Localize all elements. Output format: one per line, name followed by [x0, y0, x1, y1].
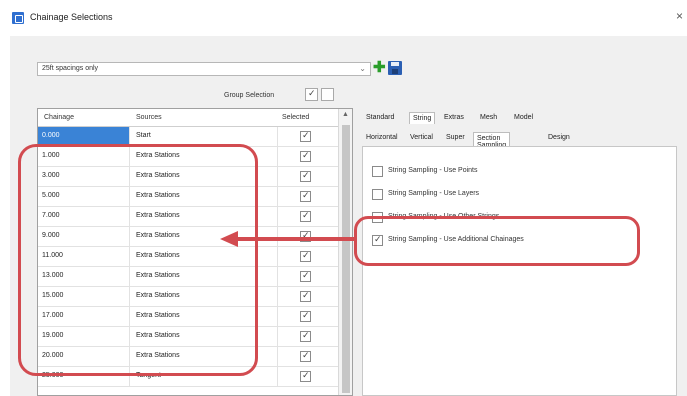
option-label: String Sampling - Use Points — [388, 167, 478, 174]
selected-checkbox[interactable] — [300, 250, 311, 262]
selected-checkbox[interactable] — [300, 130, 311, 142]
tab-standard[interactable]: Standard — [363, 112, 397, 123]
highlight-callout-option — [354, 216, 640, 266]
selected-checkbox[interactable] — [300, 170, 311, 182]
tab-string[interactable]: String — [409, 112, 436, 124]
tab-super[interactable]: Super — [443, 132, 468, 143]
column-header-selected[interactable]: Selected — [282, 114, 309, 121]
table-scrollbar[interactable]: ▲ — [338, 109, 352, 395]
save-icon[interactable] — [388, 61, 402, 75]
arrow-left-icon — [236, 237, 356, 241]
group-selection-label: Group Selection — [224, 92, 275, 99]
close-icon[interactable]: × — [676, 9, 683, 23]
selected-checkbox[interactable] — [300, 370, 311, 382]
chevron-down-icon[interactable]: ⌄ — [359, 64, 366, 73]
window-title: Chainage Selections — [30, 12, 113, 22]
option-checkbox[interactable] — [372, 166, 383, 177]
scroll-up-icon[interactable]: ▲ — [342, 111, 349, 118]
app-icon — [12, 12, 24, 24]
selected-checkbox[interactable] — [300, 310, 311, 322]
option-checkbox[interactable] — [372, 189, 383, 200]
tab-model[interactable]: Model — [511, 112, 536, 123]
filter-dropdown[interactable]: 25ft spacings only ⌄ — [37, 62, 371, 76]
tab-design[interactable]: Design — [545, 132, 573, 143]
table-header: Chainage Sources Selected — [38, 109, 338, 127]
selected-checkbox[interactable] — [300, 210, 311, 222]
selected-checkbox[interactable] — [300, 270, 311, 282]
section-sampling-panel: String Sampling - Use Points String Samp… — [362, 146, 677, 396]
group-select-none-checkbox[interactable] — [321, 88, 334, 101]
scroll-thumb[interactable] — [342, 125, 350, 393]
selected-checkbox[interactable] — [300, 150, 311, 162]
group-select-all-checkbox[interactable] — [305, 88, 318, 101]
column-header-sources[interactable]: Sources — [136, 114, 162, 121]
arrow-head — [220, 231, 238, 247]
column-header-chainage[interactable]: Chainage — [44, 114, 74, 121]
tab-extras[interactable]: Extras — [441, 112, 467, 123]
selected-checkbox[interactable] — [300, 350, 311, 362]
option-label: String Sampling - Use Layers — [388, 190, 480, 197]
add-icon[interactable]: ✚ — [373, 60, 386, 75]
selected-checkbox[interactable] — [300, 290, 311, 302]
title-bar: Chainage Selections × — [0, 0, 687, 36]
tab-vertical[interactable]: Vertical — [407, 132, 436, 143]
tab-horizontal[interactable]: Horizontal — [363, 132, 401, 143]
tab-mesh[interactable]: Mesh — [477, 112, 500, 123]
selected-checkbox[interactable] — [300, 190, 311, 202]
highlight-callout-table — [18, 144, 258, 376]
selected-checkbox[interactable] — [300, 330, 311, 342]
filter-value: 25ft spacings only — [42, 65, 99, 72]
